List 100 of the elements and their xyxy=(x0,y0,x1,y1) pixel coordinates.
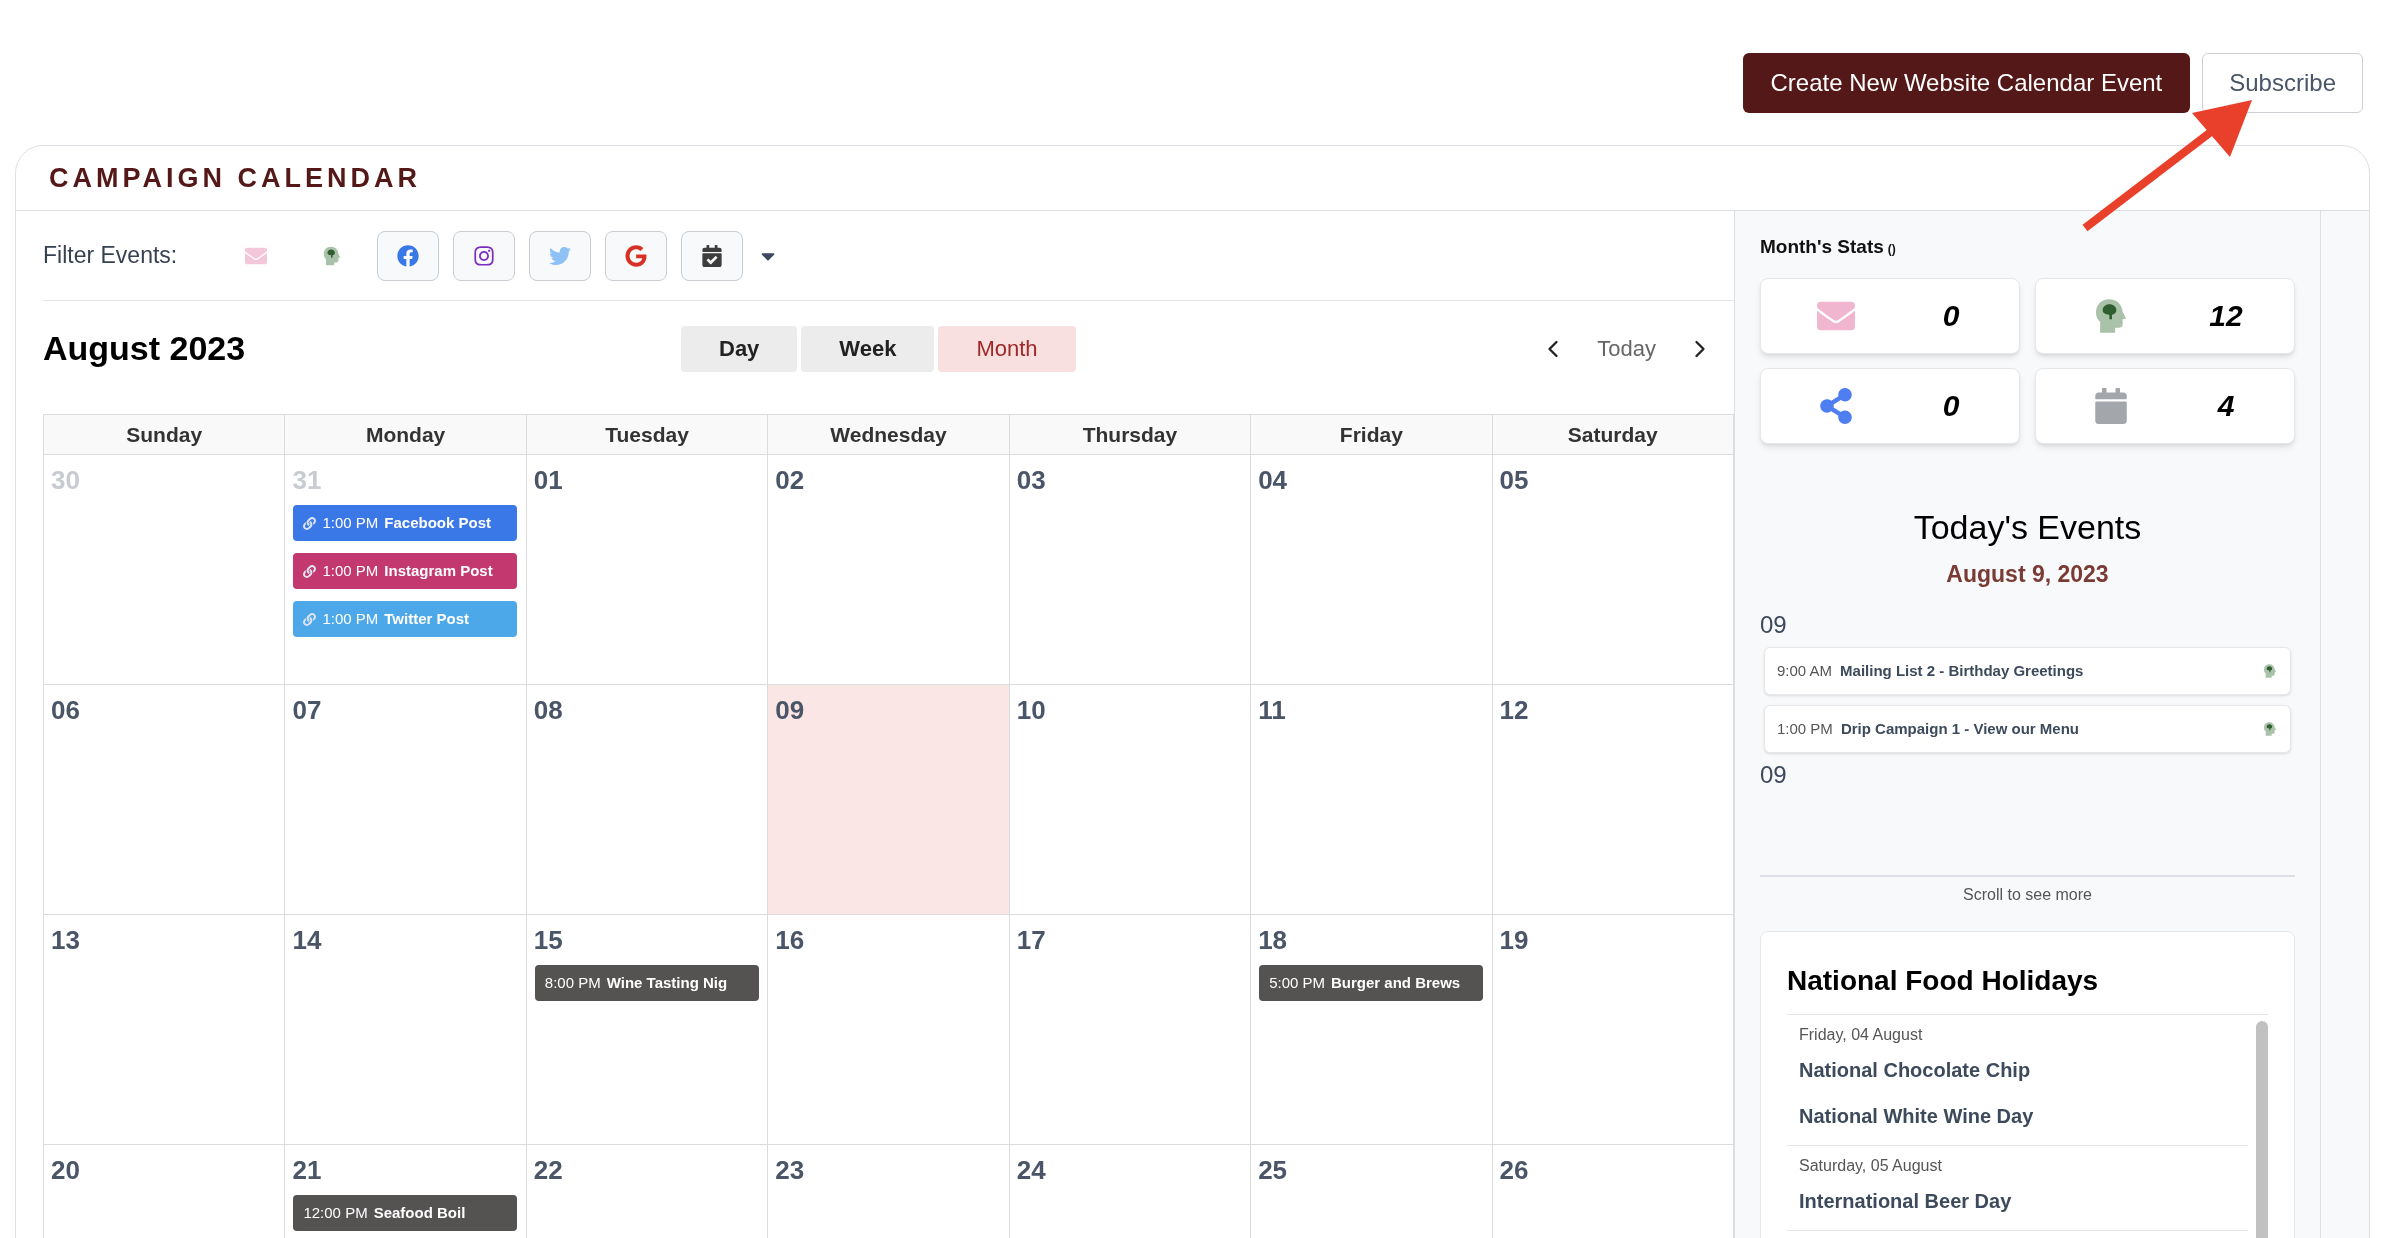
day-cell[interactable]: 19 xyxy=(1492,915,1734,1145)
event-chip[interactable]: 12:00 PM Seafood Boil xyxy=(293,1195,518,1231)
day-cell[interactable]: 11 xyxy=(1251,685,1493,915)
stats-title: Month's Stats xyxy=(1760,235,1884,259)
day-number: 09 xyxy=(774,695,806,725)
event-time: 1:00 PM xyxy=(322,560,379,581)
filter-button[interactable] xyxy=(453,230,516,281)
holiday-name: National White Wine Day xyxy=(1799,1104,2035,1129)
filter-label: Filter Events: xyxy=(43,241,178,271)
stat-value: 12 xyxy=(2208,298,2244,334)
event-title: Wine Tasting Nig xyxy=(606,972,728,993)
holiday-name: International Beer Day xyxy=(1799,1189,2013,1214)
hour-label: 09 xyxy=(1760,760,1788,790)
event-chip[interactable]: 5:00 PM Burger and Brews xyxy=(1259,965,1484,1001)
filter-button[interactable] xyxy=(605,230,668,281)
day-cell[interactable]: 06 xyxy=(44,685,286,915)
instagram-icon xyxy=(473,244,496,267)
filter-button[interactable] xyxy=(681,230,744,281)
view-tab[interactable]: Month xyxy=(938,325,1076,372)
day-number: 07 xyxy=(291,695,323,725)
event-time: 1:00 PM xyxy=(322,512,379,533)
day-number: 10 xyxy=(1015,695,1047,725)
day-cell[interactable]: 07 xyxy=(285,685,527,915)
day-cell[interactable]: 15 8:00 PM Wine Tasting Nig xyxy=(526,915,769,1145)
calendar-icon xyxy=(2093,387,2129,424)
day-number: 02 xyxy=(774,465,806,495)
todays-date: August 9, 2023 xyxy=(1945,559,2110,589)
event-time: 1:00 PM xyxy=(1777,718,1833,739)
view-tab[interactable]: Week xyxy=(801,325,935,372)
link-icon xyxy=(303,564,317,578)
day-number: 13 xyxy=(50,925,81,955)
link-icon xyxy=(303,516,317,530)
subscribe-button[interactable]: Subscribe xyxy=(2202,53,2363,113)
event-time: 5:00 PM xyxy=(1269,972,1325,993)
month-title: August 2023 xyxy=(43,329,246,367)
day-cell[interactable]: 09 xyxy=(768,685,1010,915)
day-number: 16 xyxy=(774,925,806,955)
day-number: 23 xyxy=(774,1155,806,1185)
event-title: Twitter Post xyxy=(384,608,470,629)
day-number: 06 xyxy=(50,695,81,725)
day-number: 20 xyxy=(50,1155,81,1185)
day-number: 12 xyxy=(1498,695,1530,725)
head-icon xyxy=(2262,721,2278,737)
holiday-name: National Chocolate Chip xyxy=(1799,1058,2032,1083)
day-cell[interactable]: 04 xyxy=(1251,455,1493,685)
day-number: 22 xyxy=(532,1155,564,1185)
view-tab[interactable]: Day xyxy=(681,325,798,372)
event-title: Burger and Brews xyxy=(1331,972,1461,993)
day-cell[interactable]: 08 xyxy=(526,685,769,915)
day-number: 04 xyxy=(1257,465,1289,495)
day-number: 24 xyxy=(1015,1155,1047,1185)
day-number: 21 xyxy=(291,1155,323,1185)
day-number: 14 xyxy=(291,925,323,955)
day-number: 17 xyxy=(1015,925,1047,955)
calendar-check-icon xyxy=(701,244,724,267)
stat-value: 0 xyxy=(1941,298,1961,334)
day-number: 05 xyxy=(1498,465,1530,495)
event-time: 8:00 PM xyxy=(544,972,601,993)
hour-label: 09 xyxy=(1760,610,1788,640)
stat-value: 0 xyxy=(1941,388,1961,424)
facebook-icon xyxy=(397,244,420,267)
day-cell[interactable]: 10 xyxy=(1009,685,1252,915)
today-event-card[interactable]: 9:00 AM Mailing List 2 - Birthday Greetings xyxy=(1764,647,2291,695)
day-cell[interactable]: 01 xyxy=(526,455,769,685)
event-title: Facebook Post xyxy=(384,512,491,533)
day-number: 01 xyxy=(532,465,564,495)
day-cell[interactable]: 13 xyxy=(44,915,286,1145)
event-title: Mailing List 2 - Birthday Greetings xyxy=(1840,660,2085,681)
day-cell[interactable]: 02 xyxy=(768,455,1010,685)
scroll-hint: Scroll to see more xyxy=(1962,885,2093,905)
event-chip[interactable]: 1:00 PM Instagram Post xyxy=(293,553,518,589)
event-chip[interactable]: 8:00 PM Wine Tasting Nig xyxy=(534,965,759,1001)
event-title: Seafood Boil xyxy=(373,1202,466,1223)
today-button[interactable]: Today xyxy=(1597,332,1656,365)
today-event-card[interactable]: 1:00 PM Drip Campaign 1 - View our Menu xyxy=(1764,705,2291,753)
event-time: 12:00 PM xyxy=(303,1202,368,1223)
day-number: 25 xyxy=(1257,1155,1289,1185)
holidays-title: National Food Holidays xyxy=(1787,964,2100,998)
day-cell[interactable]: 05 xyxy=(1492,455,1734,685)
event-time: 1:00 PM xyxy=(322,608,379,629)
event-title: Drip Campaign 1 - View our Menu xyxy=(1840,718,2080,739)
create-event-button[interactable]: Create New Website Calendar Event xyxy=(1742,53,2191,113)
todays-events-title: Today's Events xyxy=(1912,506,2143,548)
holiday-date: Saturday, 05 August xyxy=(1799,1156,1943,1176)
day-cell[interactable]: 16 xyxy=(768,915,1010,1145)
event-chip[interactable]: 1:00 PM Facebook Post xyxy=(293,505,518,541)
day-cell[interactable]: 12 xyxy=(1492,685,1734,915)
day-number: 03 xyxy=(1015,465,1047,495)
day-number: 26 xyxy=(1498,1155,1530,1185)
day-cell[interactable]: 17 xyxy=(1009,915,1252,1145)
day-number: 11 xyxy=(1257,695,1287,725)
head-icon xyxy=(2262,663,2278,679)
calendar-title: CAMPAIGN CALENDAR xyxy=(49,161,421,195)
google-icon xyxy=(625,244,648,267)
day-number: 18 xyxy=(1257,925,1289,955)
day-cell[interactable]: 14 xyxy=(285,915,527,1145)
stats-suffix: () xyxy=(1887,241,1896,258)
day-cell[interactable]: 18 5:00 PM Burger and Brews xyxy=(1251,915,1493,1145)
event-time: 9:00 AM xyxy=(1777,660,1833,681)
day-cell[interactable]: 03 xyxy=(1009,455,1252,685)
